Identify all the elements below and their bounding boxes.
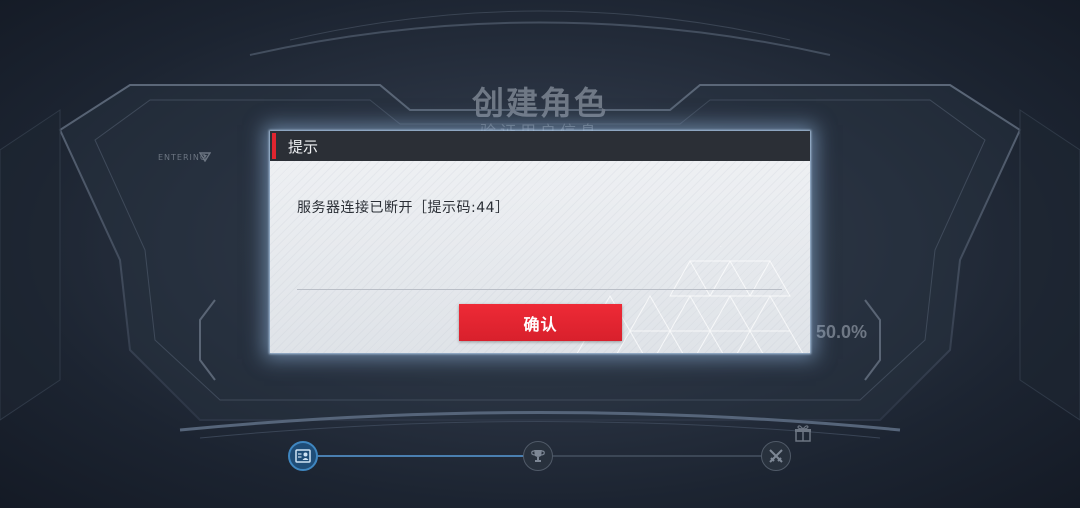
loading-progress: 50.0% [816, 322, 868, 342]
gift-icon[interactable] [794, 424, 812, 442]
dialog-header: 提示 [270, 131, 810, 161]
profile-card-icon[interactable] [288, 441, 318, 471]
crossed-swords-icon[interactable] [761, 441, 791, 471]
confirm-button[interactable]: 确认 [459, 304, 622, 341]
dialog-accent-bar [272, 133, 276, 159]
dialog-body: 服务器连接已断开［提示码:44］ 确认 [270, 161, 810, 353]
triangle-down-icon [199, 152, 211, 162]
trophy-icon[interactable] [523, 441, 553, 471]
dialog-message: 服务器连接已断开［提示码:44］ [297, 200, 510, 216]
dialog-title: 提示 [288, 138, 319, 156]
dialog-divider [297, 289, 782, 290]
game-screen: 创建角色 验证用户信息 ENTERING 50.0% [0, 0, 1080, 508]
alert-dialog: 提示 服务器连接已断开［提示码:44］ 确认 [270, 131, 810, 353]
